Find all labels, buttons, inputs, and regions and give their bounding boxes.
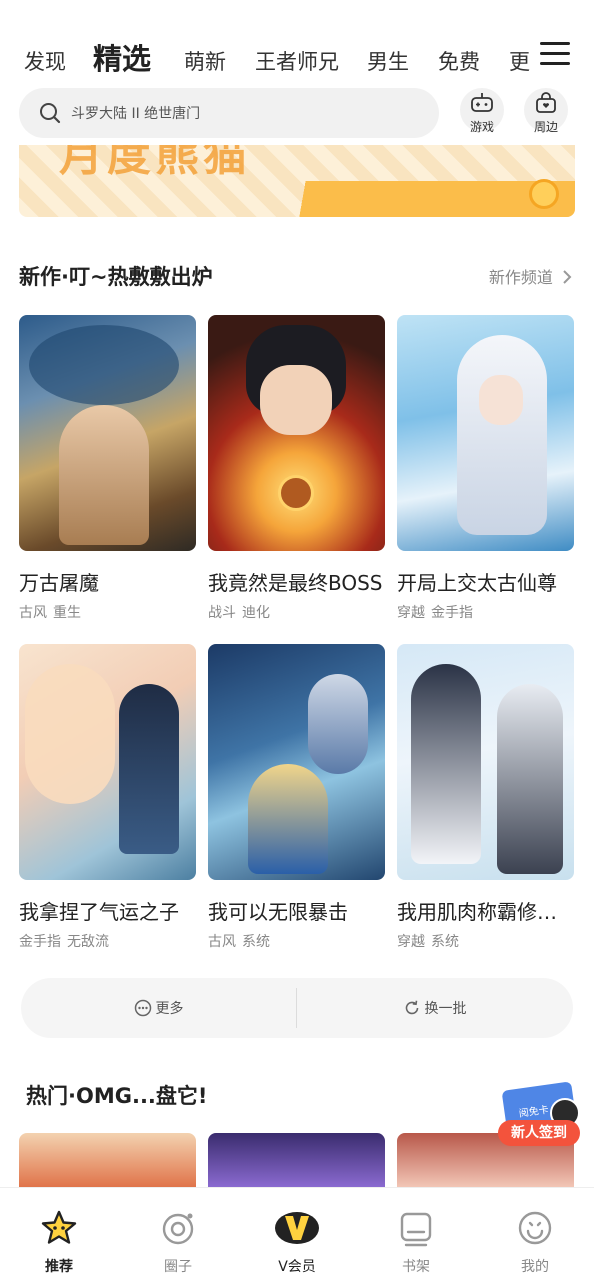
comic-cover[interactable] — [208, 1133, 385, 1187]
bottom-nav: 推荐 圈子 V会员 书架 我的 — [0, 1187, 594, 1280]
comic-tag: 战斗 — [208, 605, 236, 621]
promo-banner[interactable]: 月度熊猫 — [19, 145, 575, 217]
star-icon — [41, 1210, 77, 1244]
comic-tags: 战斗 迪化 — [208, 602, 385, 622]
comic-tag: 穿越 — [397, 934, 425, 950]
nav-profile[interactable]: 我的 — [495, 1208, 575, 1276]
search-icon — [40, 103, 61, 124]
comic-card[interactable]: 我用肌肉称霸修仙界 穿越 系统 — [397, 644, 574, 951]
comic-title: 万古屠魔 — [19, 571, 99, 595]
comic-card[interactable]: 我可以无限暴击 古风 系统 — [208, 644, 385, 951]
tab-newbie[interactable]: 萌新 — [184, 46, 226, 76]
comic-cover[interactable] — [19, 644, 196, 880]
comic-tags: 穿越 金手指 — [397, 602, 574, 622]
comic-cover[interactable] — [19, 1133, 196, 1187]
comic-tags: 金手指 无敌流 — [19, 931, 196, 951]
comic-title: 我竟然是最终BOSS — [208, 571, 383, 595]
nav-circle-label: 圈子 — [164, 1259, 192, 1275]
nav-bookshelf[interactable]: 书架 — [376, 1208, 456, 1276]
coin-icon — [529, 179, 559, 209]
banner-artwork: 月度熊猫 — [59, 145, 251, 181]
comic-card[interactable]: 我竟然是最终BOSS 战斗 迪化 — [208, 315, 385, 622]
refresh-icon — [405, 1000, 418, 1015]
refresh-label: 换一批 — [424, 1001, 467, 1017]
comic-tag: 穿越 — [397, 605, 425, 621]
menu-icon[interactable] — [540, 40, 572, 68]
comic-cover[interactable] — [397, 315, 574, 551]
section-new-link-label: 新作频道 — [488, 268, 553, 287]
nav-bookshelf-label: 书架 — [402, 1259, 430, 1275]
more-button[interactable]: 更多 — [21, 978, 296, 1038]
comic-tag: 系统 — [242, 934, 270, 950]
circle-icon — [162, 1213, 194, 1245]
tab-featured[interactable]: 精选 — [93, 36, 151, 78]
search-bar[interactable]: 斗罗大陆 II 绝世唐门 — [19, 88, 439, 138]
bookshelf-icon — [400, 1212, 432, 1247]
comic-tag: 古风 — [19, 605, 47, 621]
comic-tag: 古风 — [208, 934, 236, 950]
comic-cover[interactable] — [208, 644, 385, 880]
tab-free[interactable]: 免费 — [438, 46, 480, 76]
section-new-title: 新作·叮~热敷敷出炉 — [19, 265, 213, 289]
quick-link-merch-label: 周边 — [533, 120, 558, 134]
vip-icon — [275, 1212, 319, 1244]
comic-cover[interactable] — [397, 644, 574, 880]
tab-boys[interactable]: 男生 — [367, 46, 409, 76]
section-actions: 更多 换一批 — [21, 978, 573, 1038]
tab-more[interactable]: 更 — [509, 46, 530, 76]
comic-tags: 穿越 系统 — [397, 931, 574, 951]
nav-profile-label: 我的 — [521, 1259, 549, 1275]
profile-icon — [518, 1211, 552, 1245]
top-tab-bar: 发现 精选 萌新 王者师兄 男生 免费 更 — [0, 0, 594, 88]
comic-title: 我用肌肉称霸修仙界 — [397, 900, 574, 924]
section-new-link[interactable]: 新作频道 — [489, 264, 572, 288]
comic-tag: 系统 — [431, 934, 459, 950]
gamepad-icon — [471, 93, 493, 112]
tab-discover[interactable]: 发现 — [24, 46, 66, 76]
comic-tag: 金手指 — [431, 605, 473, 621]
quick-link-merch[interactable]: 周边 — [522, 88, 570, 138]
checkin-label: 新人签到 — [498, 1120, 580, 1146]
quick-link-games-label: 游戏 — [469, 120, 494, 134]
nav-circle[interactable]: 圈子 — [138, 1208, 218, 1276]
comic-title: 开局上交太古仙尊 — [397, 571, 557, 595]
comic-cover[interactable] — [19, 315, 196, 551]
comic-card[interactable]: 万古屠魔 古风 重生 — [19, 315, 196, 622]
nav-vip-label: V会员 — [278, 1259, 316, 1275]
comic-title: 我拿捏了气运之子 — [19, 900, 179, 924]
comic-tag: 迪化 — [242, 605, 270, 621]
comic-tags: 古风 系统 — [208, 931, 385, 951]
more-icon — [134, 999, 151, 1017]
section-hot-title: 热门·OMG...盘它! — [26, 1084, 208, 1108]
comic-tag: 金手指 — [19, 934, 61, 950]
search-placeholder: 斗罗大陆 II 绝世唐门 — [71, 106, 201, 122]
tab-king-senior[interactable]: 王者师兄 — [255, 46, 339, 76]
comic-cover[interactable] — [208, 315, 385, 551]
refresh-button[interactable]: 换一批 — [297, 978, 572, 1038]
comic-tags: 古风 重生 — [19, 602, 196, 622]
chevron-right-icon — [563, 270, 572, 284]
nav-vip[interactable]: V会员 — [257, 1208, 337, 1276]
shopping-bag-icon — [536, 92, 556, 113]
quick-link-games[interactable]: 游戏 — [458, 88, 506, 138]
nav-recommend-label: 推荐 — [45, 1259, 73, 1275]
comic-card[interactable]: 我拿捏了气运之子 金手指 无敌流 — [19, 644, 196, 951]
comic-title: 我可以无限暴击 — [208, 900, 348, 924]
comic-tag: 无敌流 — [67, 934, 109, 950]
comic-tag: 重生 — [53, 605, 81, 621]
comic-card[interactable]: 开局上交太古仙尊 穿越 金手指 — [397, 315, 574, 622]
nav-recommend[interactable]: 推荐 — [19, 1208, 99, 1276]
more-label: 更多 — [155, 1001, 184, 1017]
checkin-badge[interactable]: 阅免卡 新人签到 — [496, 1081, 586, 1148]
